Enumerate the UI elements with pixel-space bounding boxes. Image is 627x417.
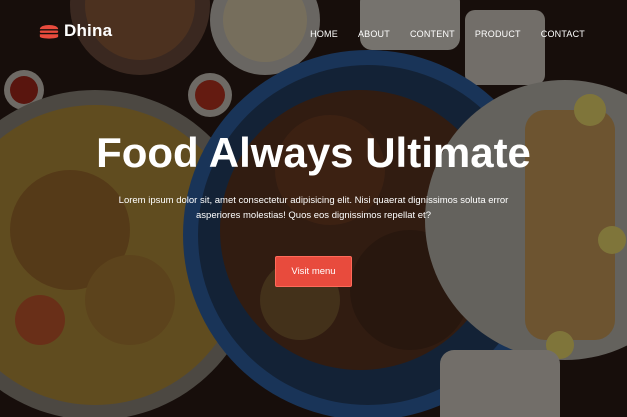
hero-content: Food Always Ultimate Lorem ipsum dolor s… (0, 129, 627, 287)
hero-section: Dhina HOME ABOUT CONTENT PRODUCT CONTACT… (0, 0, 627, 417)
nav-product[interactable]: PRODUCT (475, 29, 521, 39)
brand-name: Dhina (64, 21, 113, 40)
burger-icon (39, 25, 59, 39)
nav-home[interactable]: HOME (310, 29, 338, 39)
hero-title: Food Always Ultimate (96, 129, 531, 176)
visit-menu-button[interactable]: Visit menu (275, 255, 352, 287)
site-header: Dhina HOME ABOUT CONTENT PRODUCT CONTACT (0, 0, 627, 70)
nav-contact[interactable]: CONTACT (541, 29, 585, 39)
brand-logo[interactable]: Dhina (38, 20, 112, 42)
nav-about[interactable]: ABOUT (358, 29, 390, 39)
nav-content[interactable]: CONTENT (410, 29, 455, 39)
main-nav: HOME ABOUT CONTENT PRODUCT CONTACT (310, 29, 585, 39)
hero-subtitle: Lorem ipsum dolor sit, amet consectetur … (118, 195, 509, 221)
